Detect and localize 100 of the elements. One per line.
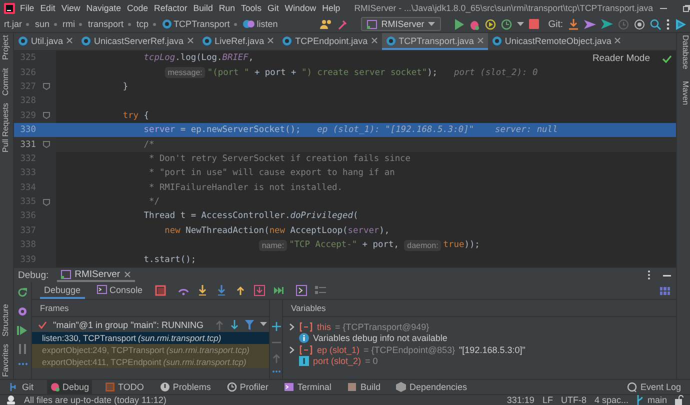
tool-window-button[interactable]: Dependencies — [393, 380, 470, 394]
pause-icon[interactable] — [18, 344, 27, 354]
caret-icon[interactable] — [260, 322, 268, 327]
lock-icon[interactable] — [675, 395, 684, 405]
tool-window-button[interactable]: Maven — [678, 81, 690, 106]
file-tab[interactable]: Util.java — [14, 33, 78, 50]
git-branch[interactable]: main — [636, 395, 667, 405]
file-tab[interactable]: UnicastRemoteObject.java — [488, 33, 626, 50]
tool-window-button[interactable]: Git — [6, 380, 37, 394]
fold-marker-icon[interactable] — [42, 141, 50, 148]
more-icon[interactable] — [666, 18, 670, 30]
close-icon[interactable] — [124, 270, 132, 278]
rerun-icon[interactable] — [17, 287, 28, 298]
event-log-button[interactable]: Event Log — [624, 380, 684, 394]
tool-window-button[interactable]: Profiler — [224, 380, 272, 394]
file-tab[interactable]: TCPEndpoint.java — [278, 33, 382, 50]
stop-icon[interactable] — [529, 19, 540, 29]
breadcrumb-item[interactable]: TCPTransport — [174, 19, 230, 29]
thread-selector[interactable]: "main"@1 in group "main": RUNNING — [32, 317, 269, 332]
tool-window-button[interactable]: TODO — [102, 380, 147, 394]
reader-mode-link[interactable]: Reader Mode — [592, 53, 650, 64]
tool-window-button[interactable]: Build — [344, 380, 384, 394]
menu-item[interactable]: File — [20, 3, 34, 13]
menu-item[interactable]: Navigate — [86, 3, 122, 13]
drop-frame-icon[interactable] — [254, 285, 265, 296]
add-icon[interactable] — [272, 322, 280, 331]
restore-icon[interactable] — [682, 4, 690, 12]
tool-window-button[interactable]: Commit — [1, 68, 13, 96]
fold-marker-icon[interactable] — [42, 112, 50, 120]
more-icon[interactable] — [18, 362, 28, 366]
coverage-icon[interactable] — [485, 18, 496, 30]
menu-item[interactable]: Run — [218, 3, 235, 13]
force-step-into-icon[interactable] — [216, 285, 227, 296]
breadcrumb-item[interactable]: rt.jar — [4, 19, 22, 29]
fold-marker-icon[interactable] — [42, 198, 50, 206]
tool-window-button[interactable]: Terminal — [281, 380, 334, 394]
tool-window-button[interactable]: Pull Requests — [1, 103, 13, 153]
close-icon[interactable] — [66, 37, 74, 44]
breadcrumb-item[interactable]: rmi — [62, 19, 76, 29]
tool-window-button[interactable]: Debug — [46, 380, 92, 394]
menu-item[interactable]: Code — [127, 3, 148, 13]
stack-frame[interactable]: exportObject:411, TCPEndpoint (sun.rmi.transport.tcp) — [32, 356, 269, 368]
profiler-icon[interactable] — [501, 18, 512, 30]
more-icon[interactable] — [647, 270, 651, 280]
close-icon[interactable] — [186, 37, 194, 44]
file-tab[interactable]: LiveRef.java — [198, 33, 278, 50]
layout-icon[interactable] — [660, 286, 670, 296]
run-configuration-dropdown[interactable]: RMIServer — [361, 17, 442, 31]
menu-item[interactable]: Tools — [241, 3, 262, 13]
bug-icon[interactable] — [469, 18, 480, 30]
tool-window-button[interactable]: Structure — [1, 304, 13, 336]
menu-item[interactable]: Window — [284, 3, 316, 13]
file-tab[interactable]: TCPTransport.java — [382, 33, 488, 50]
breadcrumb-item[interactable]: sun — [35, 19, 50, 29]
debugger-tab[interactable]: Console — [92, 282, 147, 299]
indent-setting[interactable]: 4 spac... — [594, 395, 628, 405]
user-icon[interactable] — [320, 19, 332, 29]
line-separator[interactable]: LF — [542, 395, 553, 405]
layout-icon[interactable] — [154, 285, 166, 296]
tool-window-button[interactable]: Problems — [156, 380, 214, 394]
menu-item[interactable]: Refactor — [154, 3, 188, 13]
run-to-cursor-icon[interactable] — [272, 285, 284, 296]
evaluate-icon[interactable] — [296, 285, 307, 296]
commit-arrow-icon[interactable] — [584, 18, 596, 30]
update-arrow-icon[interactable] — [568, 18, 579, 30]
breadcrumb-item[interactable]: tcp — [136, 19, 149, 29]
hammer-icon[interactable] — [337, 18, 348, 30]
menu-item[interactable]: Git — [268, 3, 279, 13]
menu-item[interactable]: Edit — [40, 3, 56, 13]
settings-icon[interactable] — [17, 306, 28, 317]
tool-window-button[interactable]: Project — [1, 35, 13, 60]
menu-item[interactable]: View — [61, 3, 80, 13]
step-out-icon[interactable] — [234, 285, 246, 296]
tool-window-button[interactable]: Database — [678, 35, 690, 70]
session-tab[interactable]: RMIServer — [56, 268, 136, 282]
push-arrow-icon[interactable] — [601, 18, 613, 30]
menu-item[interactable]: Help — [322, 3, 340, 13]
resume-icon[interactable] — [17, 325, 28, 336]
menu-item[interactable]: Build — [193, 3, 213, 13]
tool-window-button[interactable]: Favorites — [1, 344, 13, 377]
stack-frame[interactable]: exportObject:249, TCPTransport (sun.rmi.transport.tcp) — [32, 344, 269, 356]
caret-icon[interactable] — [517, 22, 524, 26]
filter-icon[interactable] — [245, 320, 254, 330]
debugger-tab[interactable]: Debugge — [40, 282, 85, 299]
list-icon[interactable] — [314, 285, 326, 296]
close-icon[interactable] — [476, 37, 484, 44]
file-encoding[interactable]: UTF-8 — [560, 395, 586, 405]
close-icon[interactable] — [370, 37, 378, 44]
fold-marker-icon[interactable] — [42, 83, 50, 90]
search-icon[interactable] — [650, 18, 661, 30]
more-icon[interactable] — [272, 370, 280, 373]
breadcrumb-item[interactable]: transport — [88, 19, 124, 29]
breadcrumb-item[interactable]: listen — [256, 19, 278, 29]
caret-position[interactable]: 331:19 — [506, 395, 534, 405]
run-icon[interactable] — [454, 18, 464, 30]
plugin-icon[interactable] — [675, 18, 686, 30]
stack-frame[interactable]: listen:330, TCPTransport (sun.rmi.transport.tcp) — [32, 332, 269, 344]
close-icon[interactable] — [614, 37, 622, 44]
close-icon[interactable] — [267, 37, 274, 44]
file-tab[interactable]: UnicastServerRef.java — [77, 33, 198, 50]
